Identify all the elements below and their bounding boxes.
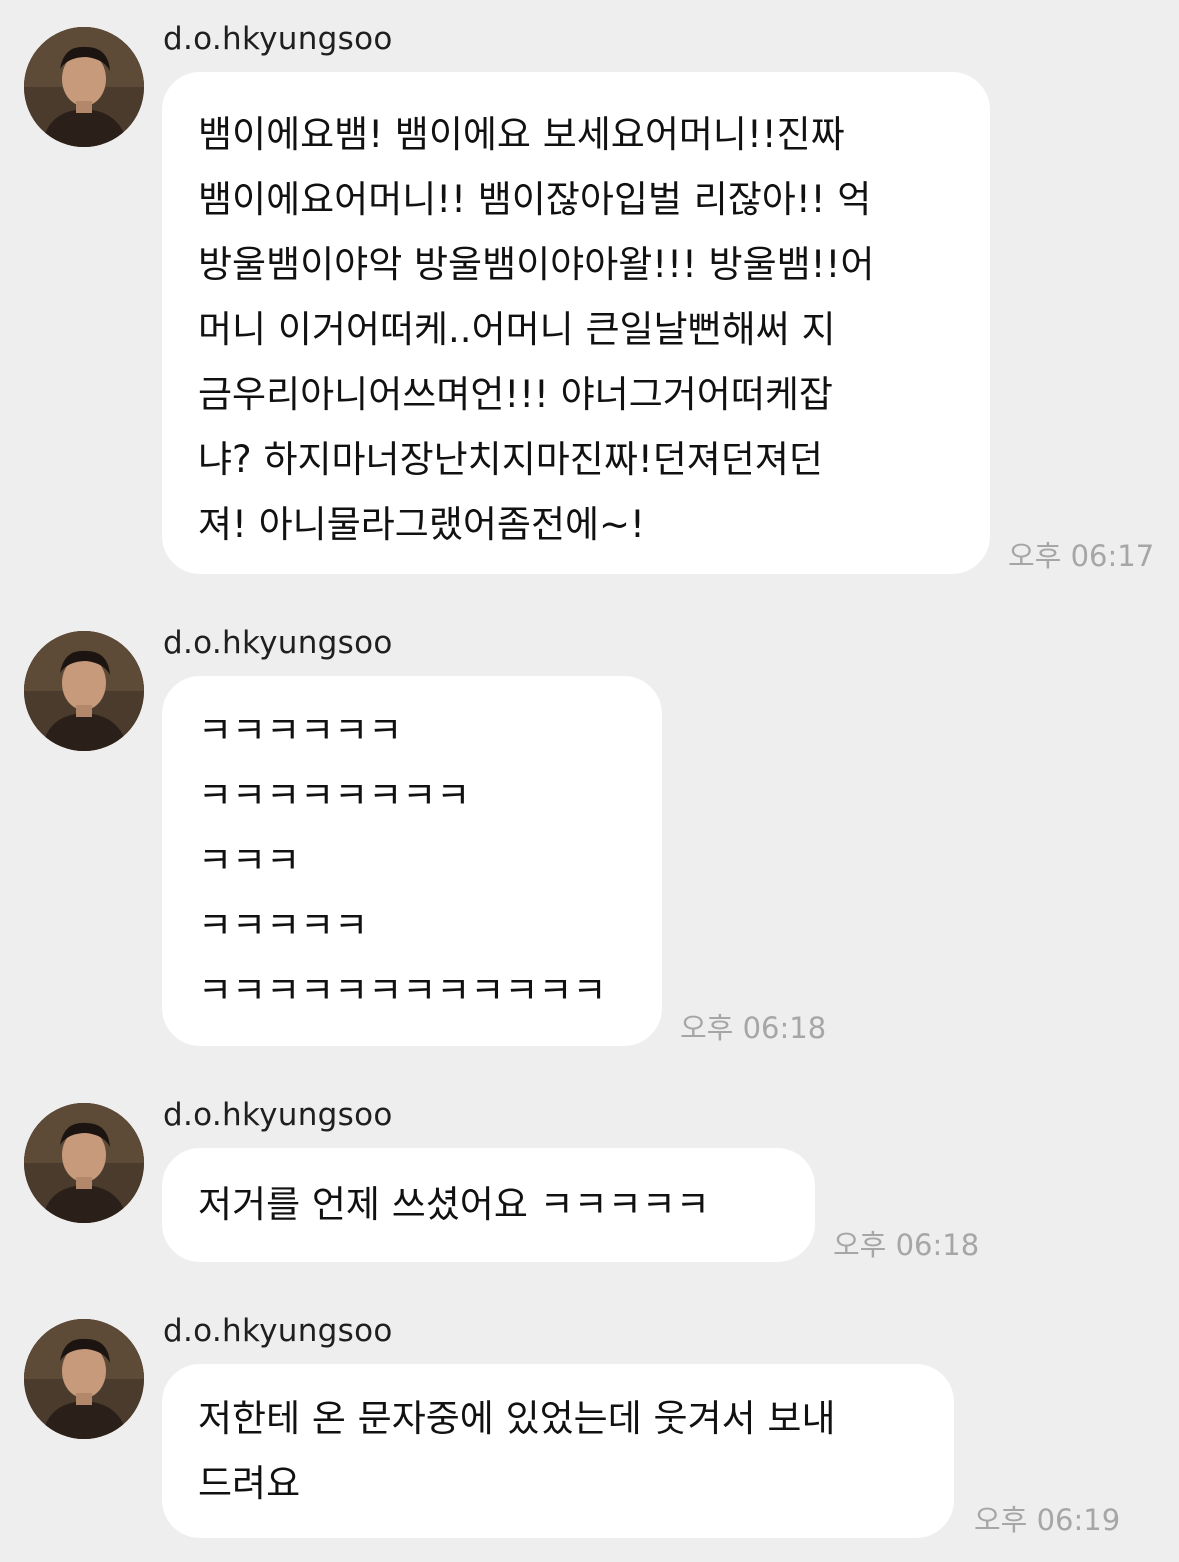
message-bubble[interactable]: 뱀이에요뱀! 뱀이에요 보세요어머니!!진짜 뱀이에요어머니!! 뱀이잖아입벌 … bbox=[162, 72, 990, 574]
sender-name: d.o.hkyungsoo bbox=[163, 1313, 393, 1349]
message-bubble[interactable]: 저한테 온 문자중에 있었는데 웃겨서 보내 드려요 bbox=[162, 1364, 954, 1538]
sender-name: d.o.hkyungsoo bbox=[163, 1097, 393, 1133]
message-timestamp: 오후 06:18 bbox=[680, 1011, 827, 1045]
avatar[interactable] bbox=[24, 27, 144, 147]
message-timestamp: 오후 06:18 bbox=[833, 1228, 980, 1262]
avatar[interactable] bbox=[24, 1319, 144, 1439]
message-timestamp: 오후 06:17 bbox=[1008, 539, 1155, 573]
profile-photo-icon bbox=[24, 27, 144, 147]
profile-photo-icon bbox=[24, 1319, 144, 1439]
sender-name: d.o.hkyungsoo bbox=[163, 21, 393, 57]
sender-name: d.o.hkyungsoo bbox=[163, 625, 393, 661]
message-bubble[interactable]: 저거를 언제 쓰셨어요 ㅋㅋㅋㅋㅋ bbox=[162, 1148, 815, 1262]
profile-photo-icon bbox=[24, 1103, 144, 1223]
avatar[interactable] bbox=[24, 1103, 144, 1223]
message-timestamp: 오후 06:19 bbox=[974, 1503, 1121, 1537]
message-bubble[interactable]: ㅋㅋㅋㅋㅋㅋ ㅋㅋㅋㅋㅋㅋㅋㅋ ㅋㅋㅋ ㅋㅋㅋㅋㅋ ㅋㅋㅋㅋㅋㅋㅋㅋㅋㅋㅋㅋ bbox=[162, 676, 662, 1046]
profile-photo-icon bbox=[24, 631, 144, 751]
avatar[interactable] bbox=[24, 631, 144, 751]
